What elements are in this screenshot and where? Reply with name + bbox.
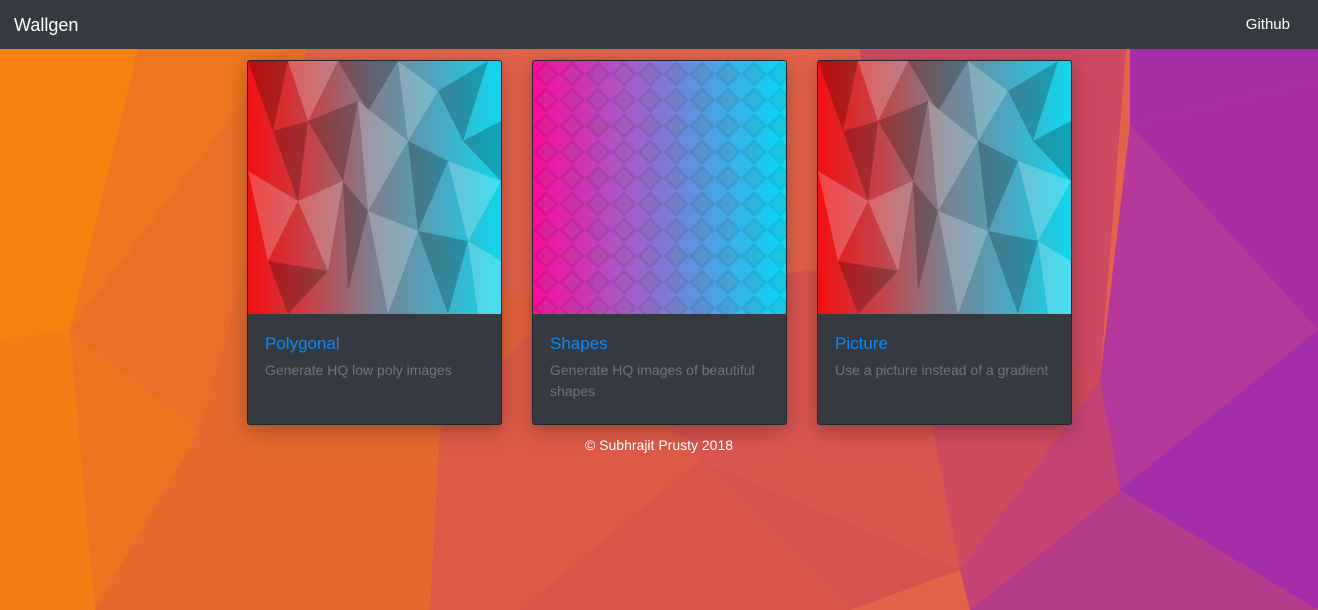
card-polygonal[interactable]: Polygonal Generate HQ low poly images (247, 60, 502, 425)
brand-link[interactable]: Wallgen (14, 14, 78, 36)
footer-copyright: © Subhrajit Prusty 2018 (584, 437, 734, 453)
github-link[interactable]: Github (1246, 16, 1290, 34)
card-title[interactable]: Picture (835, 334, 1054, 354)
picture-thumbnail (818, 61, 1071, 314)
top-navbar: Wallgen Github (0, 0, 1318, 49)
card-description: Generate HQ images of beautiful shapes (550, 362, 755, 399)
card-title[interactable]: Polygonal (265, 334, 484, 354)
card-description: Generate HQ low poly images (265, 362, 452, 378)
card-shapes[interactable]: Shapes Generate HQ images of beautiful s… (532, 60, 787, 425)
card-picture[interactable]: Picture Use a picture instead of a gradi… (817, 60, 1072, 425)
card-title[interactable]: Shapes (550, 334, 769, 354)
polygonal-thumbnail (248, 61, 501, 314)
shapes-thumbnail (533, 61, 786, 314)
card-description: Use a picture instead of a gradient (835, 362, 1049, 378)
card-deck: Polygonal Generate HQ low poly images Sh… (247, 60, 1072, 426)
